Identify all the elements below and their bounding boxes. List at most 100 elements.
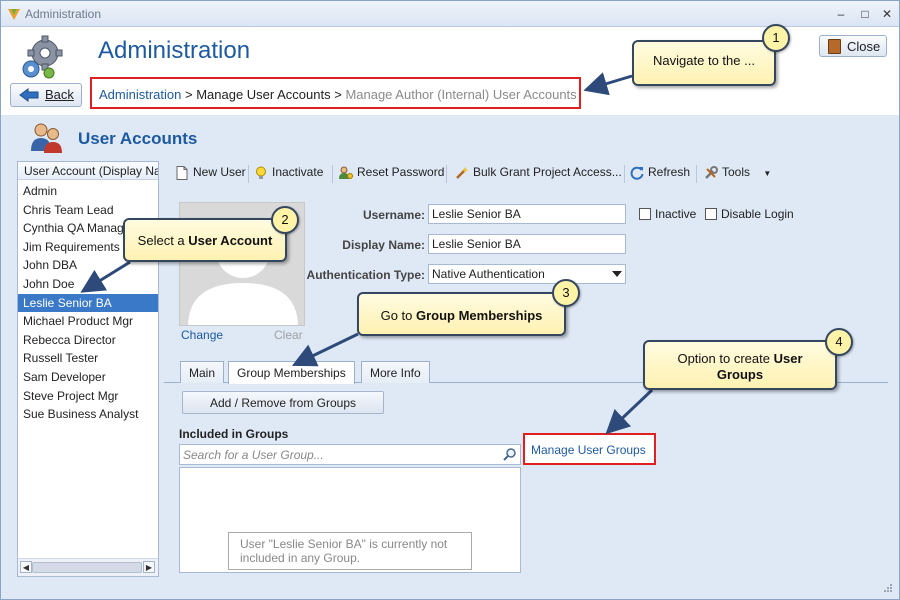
clear-photo-link: Clear	[274, 328, 303, 342]
username-label: Username:	[362, 208, 425, 222]
inactivate-button[interactable]: Inactivate	[254, 165, 323, 183]
back-button[interactable]: Back	[10, 83, 82, 107]
close-window-icon[interactable]: ✕	[879, 6, 895, 22]
reset-password-button[interactable]: Reset Password	[339, 165, 444, 183]
title-bar: Administration – □ ✕	[1, 1, 899, 27]
new-document-icon	[176, 166, 188, 180]
tools-label: Tools	[722, 165, 751, 179]
toolbar-separator	[248, 165, 249, 183]
tools-button[interactable]: Tools ▼	[704, 165, 771, 183]
user-list-item[interactable]: Sue Business Analyst	[18, 405, 158, 424]
page-title: Administration	[98, 37, 251, 64]
callout-3-bold: Group Memberships	[416, 308, 543, 323]
horizontal-scrollbar[interactable]: ◀ ▶	[18, 558, 158, 576]
breadcrumb-manage-user-accounts[interactable]: Manage User Accounts	[196, 87, 330, 102]
user-list-item[interactable]: Admin	[18, 182, 158, 201]
breadcrumb: Administration > Manage User Accounts > …	[90, 77, 581, 109]
callout-1-badge: 1	[762, 24, 790, 52]
scroll-thumb[interactable]	[32, 562, 142, 573]
callout-2-text: Select a	[137, 233, 189, 248]
callout-4-badge: 4	[825, 328, 853, 356]
callout-4-text: Option to create	[677, 351, 774, 366]
close-label: Close	[847, 39, 881, 54]
toolbar-separator	[446, 165, 447, 183]
dropdown-arrow-icon	[612, 271, 622, 277]
refresh-icon	[630, 166, 644, 180]
tab-more-info[interactable]: More Info	[361, 361, 430, 383]
add-remove-groups-button[interactable]: Add / Remove from Groups	[182, 391, 384, 414]
door-icon	[828, 39, 841, 54]
callout-1-text: Navigate to the ...	[653, 53, 755, 68]
breadcrumb-current: Manage Author (Internal) User Accounts	[345, 87, 577, 102]
included-in-groups-label: Included in Groups	[179, 427, 289, 441]
auth-type-label: Authentication Type:	[306, 268, 425, 282]
user-list-item[interactable]: Chris Team Lead	[18, 201, 158, 220]
scroll-right-icon[interactable]: ▶	[143, 561, 155, 573]
tools-icon	[705, 166, 718, 179]
auth-type-value: Native Authentication	[432, 267, 545, 281]
scroll-left-icon[interactable]: ◀	[20, 561, 32, 573]
reset-password-label: Reset Password	[357, 165, 445, 179]
breadcrumb-administration-link[interactable]: Administration	[99, 87, 181, 102]
auth-type-select[interactable]: Native Authentication	[428, 264, 626, 284]
close-button[interactable]: Close	[819, 35, 887, 57]
user-list-item[interactable]: Rebecca Director	[18, 331, 158, 350]
minimize-icon[interactable]: –	[833, 6, 849, 22]
callout-2-bold: User Account	[188, 233, 273, 248]
group-list: User "Leslie Senior BA" is currently not…	[179, 467, 521, 573]
toolbar-separator	[696, 165, 697, 183]
user-list-item[interactable]: Steve Project Mgr	[18, 387, 158, 406]
reset-password-icon	[339, 166, 353, 179]
inactive-checkbox[interactable]: Inactive	[639, 207, 696, 221]
user-list-item[interactable]: Sam Developer	[18, 368, 158, 387]
breadcrumb-separator: >	[181, 87, 197, 102]
lightbulb-icon	[256, 166, 266, 179]
resize-grip-icon[interactable]	[883, 583, 893, 593]
user-list-item[interactable]: John Doe	[18, 275, 158, 294]
callout-2-badge: 2	[271, 206, 299, 234]
new-user-button[interactable]: New User	[175, 165, 246, 183]
user-list-item[interactable]: Russell Tester	[18, 349, 158, 368]
gears-icon	[22, 35, 63, 79]
tab-group-memberships[interactable]: Group Memberships	[228, 361, 355, 384]
callout-3-text: Go to	[380, 308, 416, 323]
dropdown-arrow-icon: ▼	[763, 169, 772, 178]
bulk-grant-button[interactable]: Bulk Grant Project Access...	[455, 165, 622, 183]
disable-login-label: Disable Login	[721, 207, 794, 221]
checkbox-box	[705, 208, 717, 220]
user-list-item[interactable]: Michael Product Mgr	[18, 312, 158, 331]
bulk-grant-label: Bulk Grant Project Access...	[473, 165, 622, 179]
callout-3-badge: 3	[552, 279, 580, 307]
disable-login-checkbox[interactable]: Disable Login	[705, 207, 794, 221]
inactive-label: Inactive	[655, 207, 697, 221]
inactivate-label: Inactivate	[272, 165, 324, 179]
display-name-label: Display Name:	[342, 238, 425, 252]
tab-main[interactable]: Main	[180, 361, 225, 383]
username-field[interactable]: Leslie Senior BA	[428, 204, 626, 224]
group-search-placeholder: Search for a User Group...	[183, 448, 324, 462]
refresh-button[interactable]: Refresh	[630, 165, 690, 183]
checkbox-box	[639, 208, 651, 220]
display-name-field[interactable]: Leslie Senior BA	[428, 234, 626, 254]
user-list-item-selected[interactable]: Leslie Senior BA	[18, 293, 158, 313]
refresh-label: Refresh	[648, 165, 691, 179]
empty-groups-message: User "Leslie Senior BA" is currently not…	[228, 532, 472, 570]
search-icon[interactable]	[503, 447, 517, 461]
new-user-label: New User	[193, 165, 246, 179]
breadcrumb-separator: >	[330, 87, 346, 102]
callout-4: Option to create User Groups	[643, 340, 837, 390]
group-search-input[interactable]: Search for a User Group...	[179, 444, 521, 465]
manage-user-groups-link[interactable]: Manage User Groups	[523, 433, 656, 465]
toolbar-separator	[332, 165, 333, 183]
user-list-header[interactable]: User Account (Display Na	[18, 162, 158, 180]
app-logo-icon	[8, 9, 20, 20]
callout-1: Navigate to the ...	[632, 40, 776, 86]
section-title: User Accounts	[78, 129, 198, 148]
back-label: Back	[45, 87, 74, 102]
change-photo-link[interactable]: Change	[181, 328, 223, 342]
toolbar: New User Inactivate Reset Password Bulk …	[168, 161, 888, 187]
magic-wand-icon	[456, 167, 468, 179]
toolbar-separator	[624, 165, 625, 183]
users-icon	[31, 123, 62, 153]
maximize-icon[interactable]: □	[857, 6, 873, 22]
